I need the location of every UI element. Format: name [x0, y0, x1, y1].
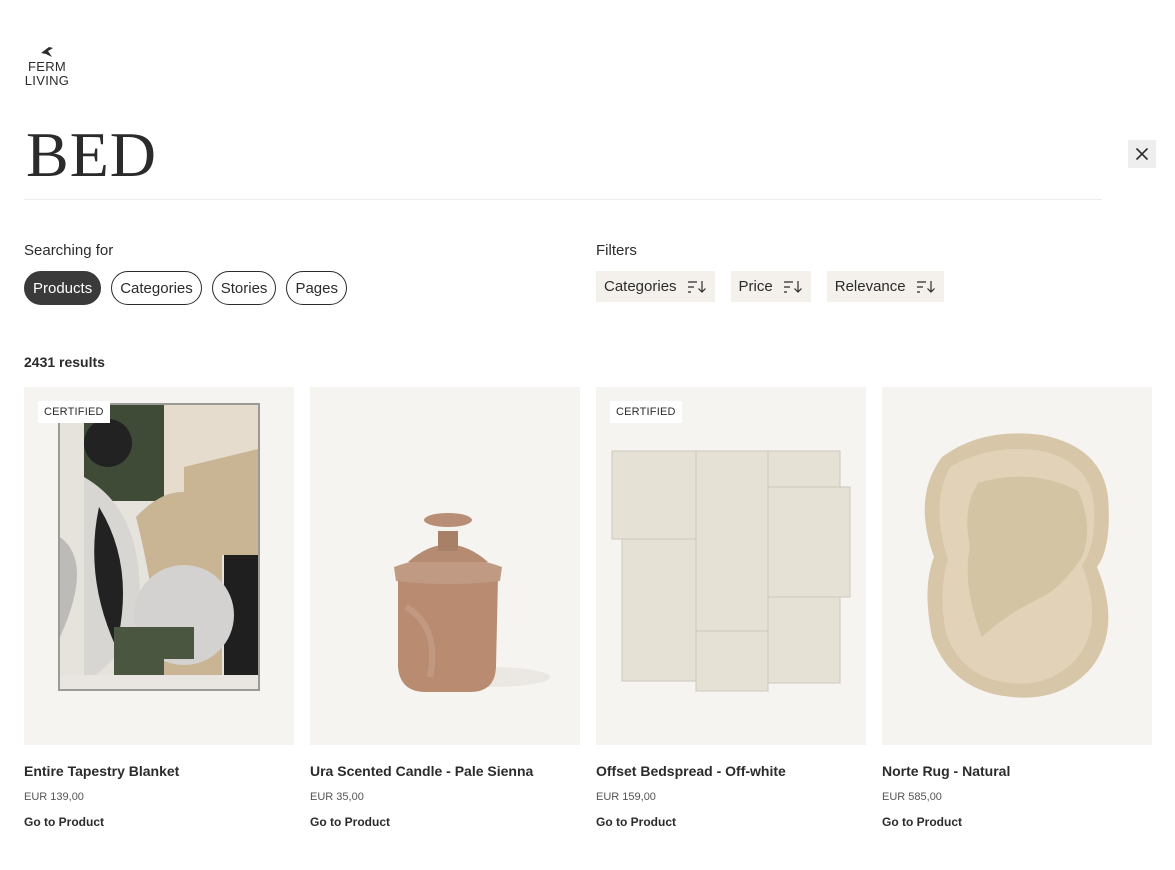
norte-rug-image	[924, 433, 1109, 698]
product-price: EUR 585,00	[882, 791, 942, 803]
close-search-button[interactable]	[1128, 140, 1156, 168]
product-price: EUR 159,00	[596, 791, 656, 803]
logo-text-line-2: LIVING	[24, 73, 70, 88]
product-price: EUR 139,00	[24, 791, 84, 803]
searching-for-label: Searching for	[24, 242, 114, 259]
brand-logo[interactable]: FERM LIVING	[24, 46, 70, 88]
offset-bedspread-image	[611, 450, 851, 692]
sort-icon	[687, 280, 706, 293]
filters-label: Filters	[596, 242, 637, 259]
sort-icon	[783, 280, 802, 293]
logo-text-line-1: FERM	[27, 59, 67, 74]
product-name[interactable]: Norte Rug - Natural	[882, 763, 1152, 781]
scented-candle-image	[394, 513, 550, 692]
certified-badge: CERTIFIED	[610, 401, 682, 423]
product-price: EUR 35,00	[310, 791, 364, 803]
filter-label: Relevance	[834, 278, 906, 295]
filter-label: Price	[738, 278, 773, 295]
product-image[interactable]: CERTIFIED	[596, 387, 866, 745]
go-to-product-link[interactable]: Go to Product	[24, 815, 294, 829]
certified-badge: CERTIFIED	[38, 401, 110, 423]
tab-pages[interactable]: Pages	[286, 271, 347, 305]
product-card[interactable]: Norte Rug - Natural EUR 585,00 Go to Pro…	[882, 387, 1152, 829]
tab-categories[interactable]: Categories	[111, 271, 202, 305]
tab-stories[interactable]: Stories	[211, 271, 277, 305]
tapestry-blanket-image	[58, 403, 260, 691]
product-name[interactable]: Ura Scented Candle - Pale Sienna	[310, 763, 580, 781]
go-to-product-link[interactable]: Go to Product	[310, 815, 580, 829]
product-image[interactable]	[882, 387, 1152, 745]
product-image[interactable]	[310, 387, 580, 745]
sort-icon	[916, 280, 935, 293]
go-to-product-link[interactable]: Go to Product	[882, 815, 1152, 829]
product-card[interactable]: CERTIFIED Offset Bedspread - Off-white E…	[596, 387, 866, 829]
search-scope-tabs: Products Categories Stories Pages	[24, 271, 347, 305]
results-count: 2431 results	[24, 354, 105, 370]
product-grid: CERTIFIED Entire Tapestry Blanket EUR 13…	[24, 387, 1152, 829]
filter-label: Categories	[604, 278, 677, 295]
product-name[interactable]: Offset Bedspread - Off-white	[596, 763, 866, 781]
filter-categories-button[interactable]: Categories	[596, 271, 715, 302]
close-icon	[1135, 147, 1149, 161]
product-card[interactable]: CERTIFIED Entire Tapestry Blanket EUR 13…	[24, 387, 294, 829]
product-name[interactable]: Entire Tapestry Blanket	[24, 763, 294, 781]
search-term[interactable]: BED	[26, 118, 157, 192]
product-image[interactable]: CERTIFIED	[24, 387, 294, 745]
filter-price-button[interactable]: Price	[730, 271, 811, 302]
filter-relevance-button[interactable]: Relevance	[826, 271, 944, 302]
product-card[interactable]: Ura Scented Candle - Pale Sienna EUR 35,…	[310, 387, 580, 829]
filter-bar: Categories Price Relevance	[596, 271, 944, 302]
tab-products[interactable]: Products	[24, 271, 102, 305]
divider	[24, 199, 1102, 200]
go-to-product-link[interactable]: Go to Product	[596, 815, 866, 829]
bird-logo-icon	[41, 47, 53, 57]
